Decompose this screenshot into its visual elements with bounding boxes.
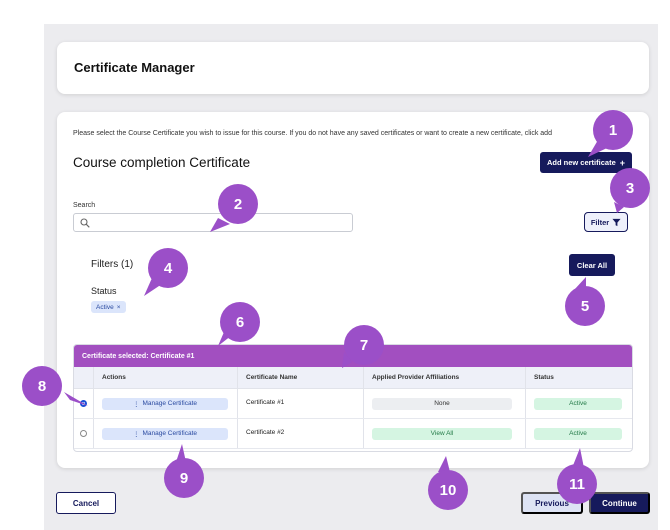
search-icon bbox=[80, 218, 90, 228]
row-actions-cell: ⋮ Manage Certificate bbox=[94, 419, 238, 448]
table-header: Actions Certificate Name Applied Provide… bbox=[74, 367, 632, 389]
table-row: ⋮ Manage Certificate Certificate #2 View… bbox=[74, 419, 632, 449]
manage-certificate-button[interactable]: ⋮ Manage Certificate bbox=[102, 397, 228, 410]
affiliations-cell: None bbox=[364, 389, 526, 418]
manage-certificate-button[interactable]: ⋮ Manage Certificate bbox=[102, 427, 228, 440]
filter-button-label: Filter bbox=[590, 217, 610, 227]
callout-badge: 10 bbox=[428, 470, 468, 510]
filter-button[interactable]: Filter bbox=[584, 212, 628, 232]
affiliations-none: None bbox=[372, 397, 512, 410]
header-select bbox=[74, 367, 94, 388]
certificate-name: Certificate #2 bbox=[238, 419, 364, 448]
callout-badge: 8 bbox=[22, 366, 62, 406]
row-select-cell bbox=[74, 419, 94, 448]
kebab-menu-icon: ⋮ bbox=[132, 400, 140, 408]
manage-certificate-label: Manage Certificate bbox=[142, 430, 198, 437]
row-select-cell bbox=[74, 389, 94, 418]
search-field[interactable] bbox=[73, 213, 353, 232]
remove-chip-icon[interactable]: × bbox=[117, 304, 121, 311]
callout-badge: 2 bbox=[218, 184, 258, 224]
filter-status-label: Status bbox=[91, 286, 117, 296]
header-status: Status bbox=[534, 374, 554, 381]
filter-funnel-icon bbox=[612, 218, 621, 226]
clear-all-button[interactable]: Clear All bbox=[569, 254, 615, 276]
add-new-certificate-button[interactable]: Add new certificate + bbox=[540, 152, 632, 173]
status-cell: Active bbox=[526, 419, 632, 448]
callout-badge: 11 bbox=[557, 464, 597, 504]
search-label: Search bbox=[73, 202, 96, 209]
callout-badge: 6 bbox=[220, 302, 260, 342]
table-row: ⋮ Manage Certificate Certificate #1 None… bbox=[74, 389, 632, 419]
view-all-affiliations-button[interactable]: View All bbox=[372, 427, 512, 440]
status-badge: Active bbox=[534, 397, 622, 410]
header-affiliations: Applied Provider Affiliations bbox=[364, 367, 526, 388]
continue-button[interactable]: Continue bbox=[589, 492, 650, 514]
search-input[interactable] bbox=[94, 215, 344, 230]
row-actions-cell: ⋮ Manage Certificate bbox=[94, 389, 238, 418]
certificate-name: Certificate #1 bbox=[238, 389, 364, 418]
affiliations-cell: View All bbox=[364, 419, 526, 448]
page-title: Certificate Manager bbox=[74, 60, 195, 75]
callout-badge: 1 bbox=[593, 110, 633, 150]
callout-badge: 3 bbox=[610, 168, 650, 208]
add-button-label: Add new certificate bbox=[546, 158, 616, 167]
section-title: Course completion Certificate bbox=[73, 155, 251, 170]
row-radio[interactable] bbox=[80, 430, 87, 437]
row-radio-selected[interactable] bbox=[80, 400, 87, 407]
manage-certificate-label: Manage Certificate bbox=[142, 400, 198, 407]
callout-badge: 7 bbox=[344, 325, 384, 365]
callout-badge: 5 bbox=[565, 286, 605, 326]
status-badge: Active bbox=[534, 427, 622, 440]
status-cell: Active bbox=[526, 389, 632, 418]
chip-label: Active bbox=[96, 303, 114, 311]
kebab-menu-icon: ⋮ bbox=[132, 430, 140, 438]
intro-text: Please select the Course Certificate you… bbox=[73, 130, 552, 137]
title-card: Certificate Manager bbox=[57, 42, 649, 94]
callout-badge: 9 bbox=[164, 458, 204, 498]
callout-badge: 4 bbox=[148, 248, 188, 288]
plus-icon: + bbox=[619, 157, 626, 168]
header-actions: Actions bbox=[94, 367, 238, 388]
status-filter-chip: Active × bbox=[91, 301, 126, 313]
filters-title: Filters (1) bbox=[91, 259, 134, 270]
certificate-panel: Please select the Course Certificate you… bbox=[57, 112, 649, 468]
header-certificate-name: Certificate Name bbox=[238, 367, 364, 388]
cancel-button[interactable]: Cancel bbox=[56, 492, 116, 514]
